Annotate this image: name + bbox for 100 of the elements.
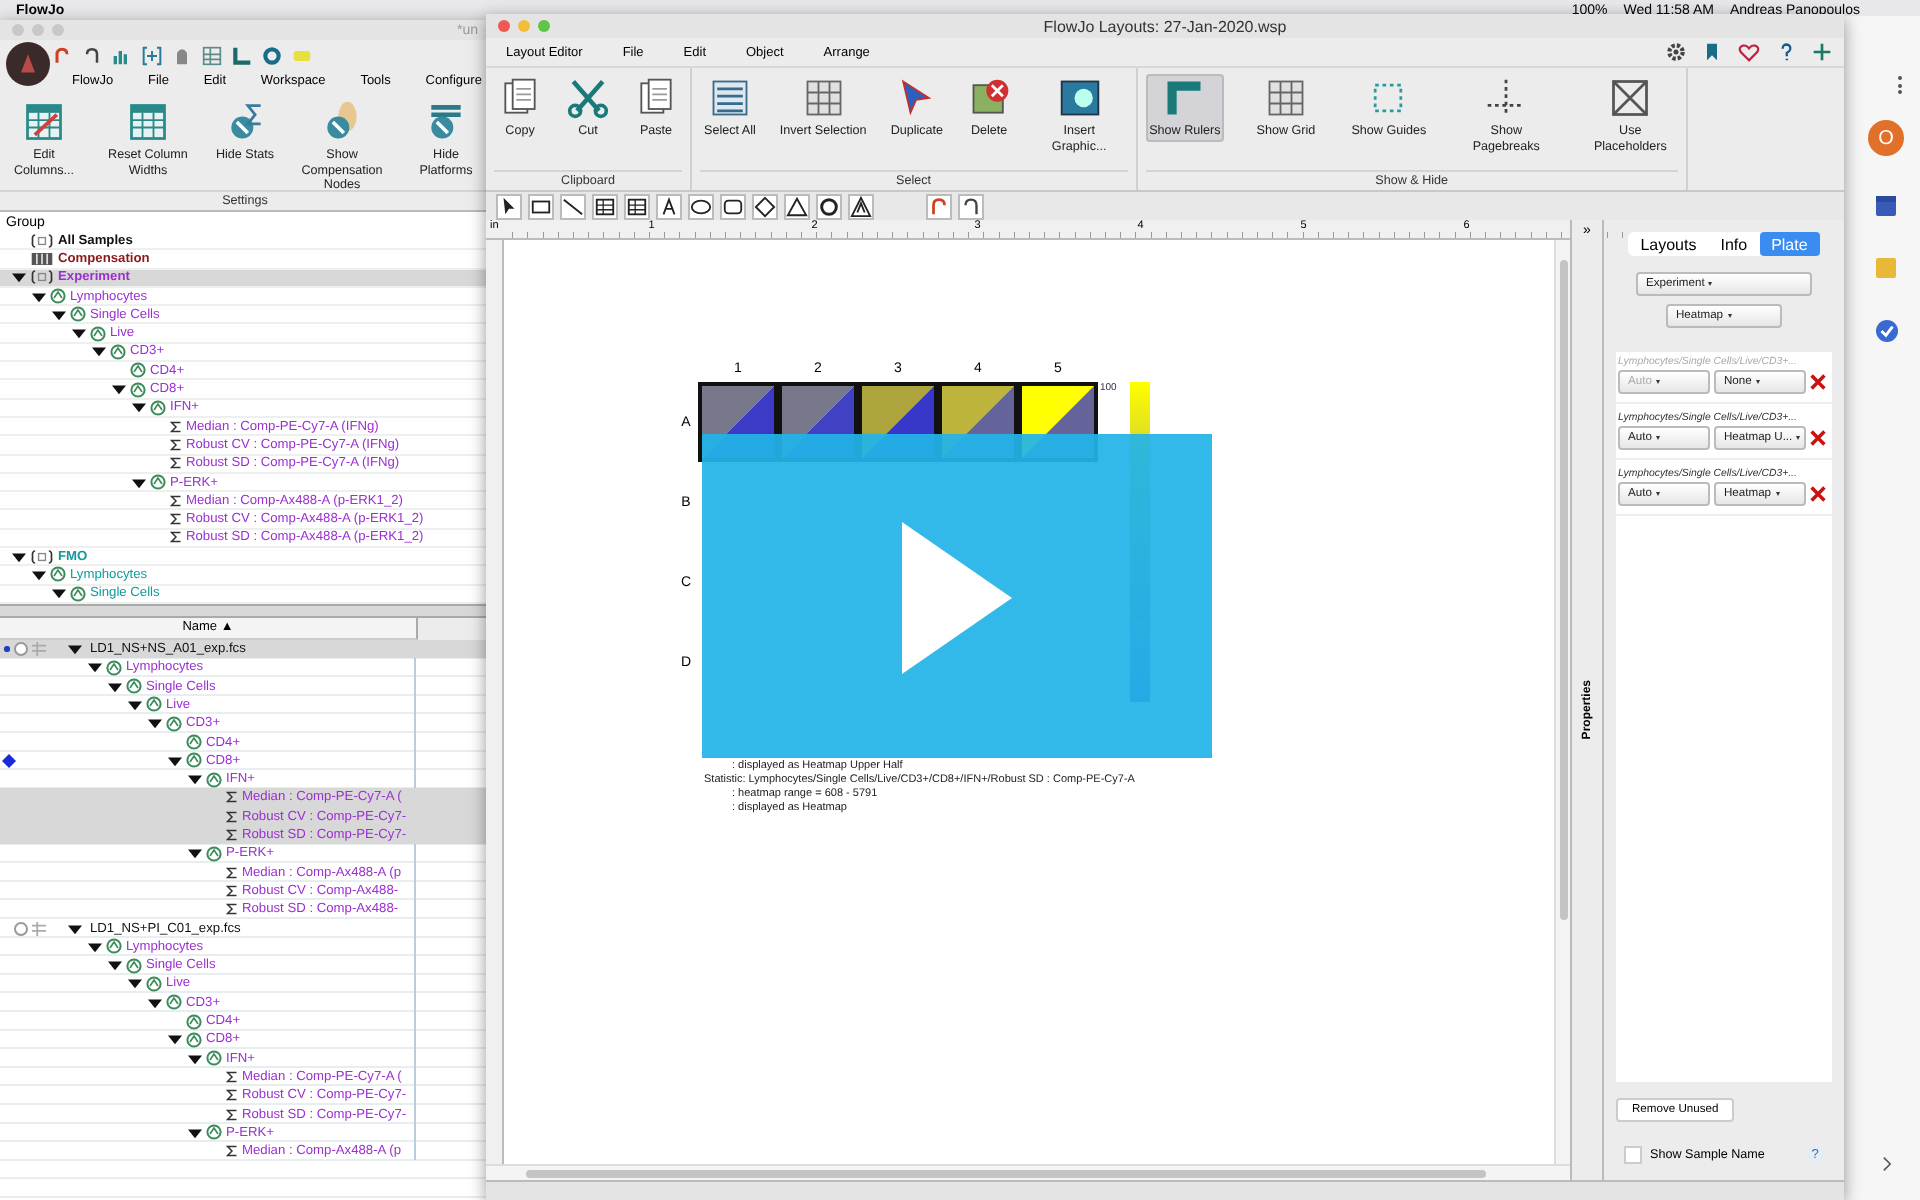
tab[interactable]: Info [1708, 232, 1760, 256]
grid-icon[interactable] [624, 193, 650, 219]
remove-icon[interactable] [1810, 374, 1826, 390]
matrix-icon [30, 251, 54, 266]
gate-icon [206, 845, 222, 862]
lines-icon [707, 76, 752, 120]
documents-icon [498, 76, 542, 120]
gate-icon [90, 325, 106, 342]
remove-icon[interactable] [1810, 486, 1826, 502]
remove-icon[interactable] [1810, 430, 1826, 446]
gate-icon [150, 399, 166, 416]
gate-icon [206, 1050, 222, 1067]
line-icon[interactable] [560, 193, 586, 219]
disclosure-triangle-icon[interactable] [52, 586, 66, 601]
disclosure-triangle-icon[interactable] [12, 549, 26, 564]
gate-icon [110, 343, 126, 360]
bracket-plus-icon[interactable] [142, 45, 162, 65]
disclosure-triangle-icon[interactable] [88, 939, 102, 954]
disclosure-triangle-icon[interactable] [148, 716, 162, 731]
check-icon[interactable] [1875, 320, 1897, 342]
gate-icon [70, 306, 86, 323]
disclosure-triangle-icon[interactable] [68, 642, 82, 657]
tab[interactable]: Layouts [1628, 232, 1709, 256]
disclosure-triangle-icon[interactable] [188, 772, 202, 787]
disclosure-triangle-icon[interactable] [168, 753, 182, 768]
disclosure-triangle-icon[interactable] [148, 995, 162, 1010]
disclosure-triangle-icon[interactable] [132, 475, 146, 489]
table-icon [125, 100, 170, 144]
disclosure-triangle-icon[interactable] [108, 679, 122, 694]
delete-icon [967, 76, 1012, 120]
table-edit-icon [22, 100, 66, 144]
disclosure-triangle-icon[interactable] [12, 270, 26, 285]
gate-icon [166, 715, 182, 732]
disclosure-triangle-icon[interactable] [88, 660, 102, 675]
disclosure-triangle-icon[interactable] [168, 1032, 182, 1047]
disclosure-triangle-icon[interactable] [52, 307, 66, 322]
disclosure-triangle-icon[interactable] [92, 344, 106, 359]
undo-icon[interactable] [52, 45, 72, 65]
clipboard-icon [634, 76, 678, 120]
text-tool-icon[interactable] [656, 193, 682, 219]
crossed-box-icon [1608, 76, 1653, 120]
redo-icon[interactable] [958, 193, 984, 219]
rectangle-icon[interactable] [528, 193, 554, 219]
gate-icon [150, 474, 166, 490]
disclosure-triangle-icon[interactable] [32, 567, 46, 582]
pointer-icon[interactable] [496, 193, 522, 219]
bar-chart-icon[interactable] [112, 45, 132, 65]
text-triangle-icon[interactable] [848, 193, 874, 219]
gate-icon [106, 938, 122, 955]
gate-icon [50, 566, 66, 583]
disclosure-triangle-icon[interactable] [188, 1051, 202, 1066]
gear-icon[interactable] [1666, 42, 1686, 62]
triangle-icon[interactable] [784, 193, 810, 219]
gate-icon [166, 994, 182, 1011]
chevron-right-icon[interactable] [1881, 1156, 1891, 1172]
group-icon [30, 233, 54, 248]
group-icon [30, 270, 54, 285]
table-icon[interactable] [592, 193, 618, 219]
grid-icon [1263, 76, 1308, 120]
disclosure-triangle-icon[interactable] [132, 400, 146, 415]
ruler-icon [1162, 76, 1207, 120]
circle-tool-icon[interactable] [816, 193, 842, 219]
disclosure-triangle-icon[interactable] [128, 697, 142, 712]
gate-icon [206, 1124, 222, 1141]
rounded-rectangle-icon[interactable] [720, 193, 746, 219]
disclosure-triangle-icon[interactable] [68, 921, 82, 936]
scissors-icon [566, 76, 610, 120]
disclosure-triangle-icon[interactable] [188, 1125, 202, 1140]
group-icon [30, 549, 54, 564]
circle-icon[interactable] [262, 45, 282, 65]
undo-icon[interactable] [926, 193, 952, 219]
help-icon[interactable] [1776, 42, 1796, 62]
disclosure-triangle-icon[interactable] [72, 326, 86, 341]
disclosure-triangle-icon[interactable] [128, 976, 142, 991]
disclosure-triangle-icon[interactable] [108, 958, 122, 973]
window-title: FlowJo Layouts: 27-Jan-2020.wsp [1043, 17, 1287, 35]
gate-icon [106, 659, 122, 676]
disclosure-triangle-icon[interactable] [32, 289, 46, 304]
gate-icon [146, 696, 162, 713]
gate-icon [146, 975, 162, 992]
sigma-icon [226, 1144, 238, 1159]
redo-icon[interactable] [82, 45, 102, 65]
grid-icon [31, 921, 45, 936]
checkbox[interactable] [1624, 1146, 1642, 1164]
logo-icon[interactable] [6, 42, 50, 86]
corner-icon[interactable] [232, 45, 252, 65]
plus-icon[interactable] [1812, 42, 1832, 62]
circle-icon [13, 921, 27, 936]
diamond-icon[interactable] [752, 193, 778, 219]
ellipse-icon[interactable] [688, 193, 714, 219]
grid-icon [801, 76, 846, 120]
gate-icon [206, 771, 222, 788]
disclosure-triangle-icon[interactable] [112, 382, 126, 397]
gate-icon [50, 288, 66, 305]
heart-icon[interactable] [1738, 41, 1760, 63]
bookmark-icon[interactable] [1702, 42, 1722, 62]
picture-frame-icon [1057, 76, 1102, 120]
gate-icon [126, 678, 142, 695]
disclosure-triangle-icon[interactable] [188, 846, 202, 861]
gate-icon [126, 957, 142, 974]
